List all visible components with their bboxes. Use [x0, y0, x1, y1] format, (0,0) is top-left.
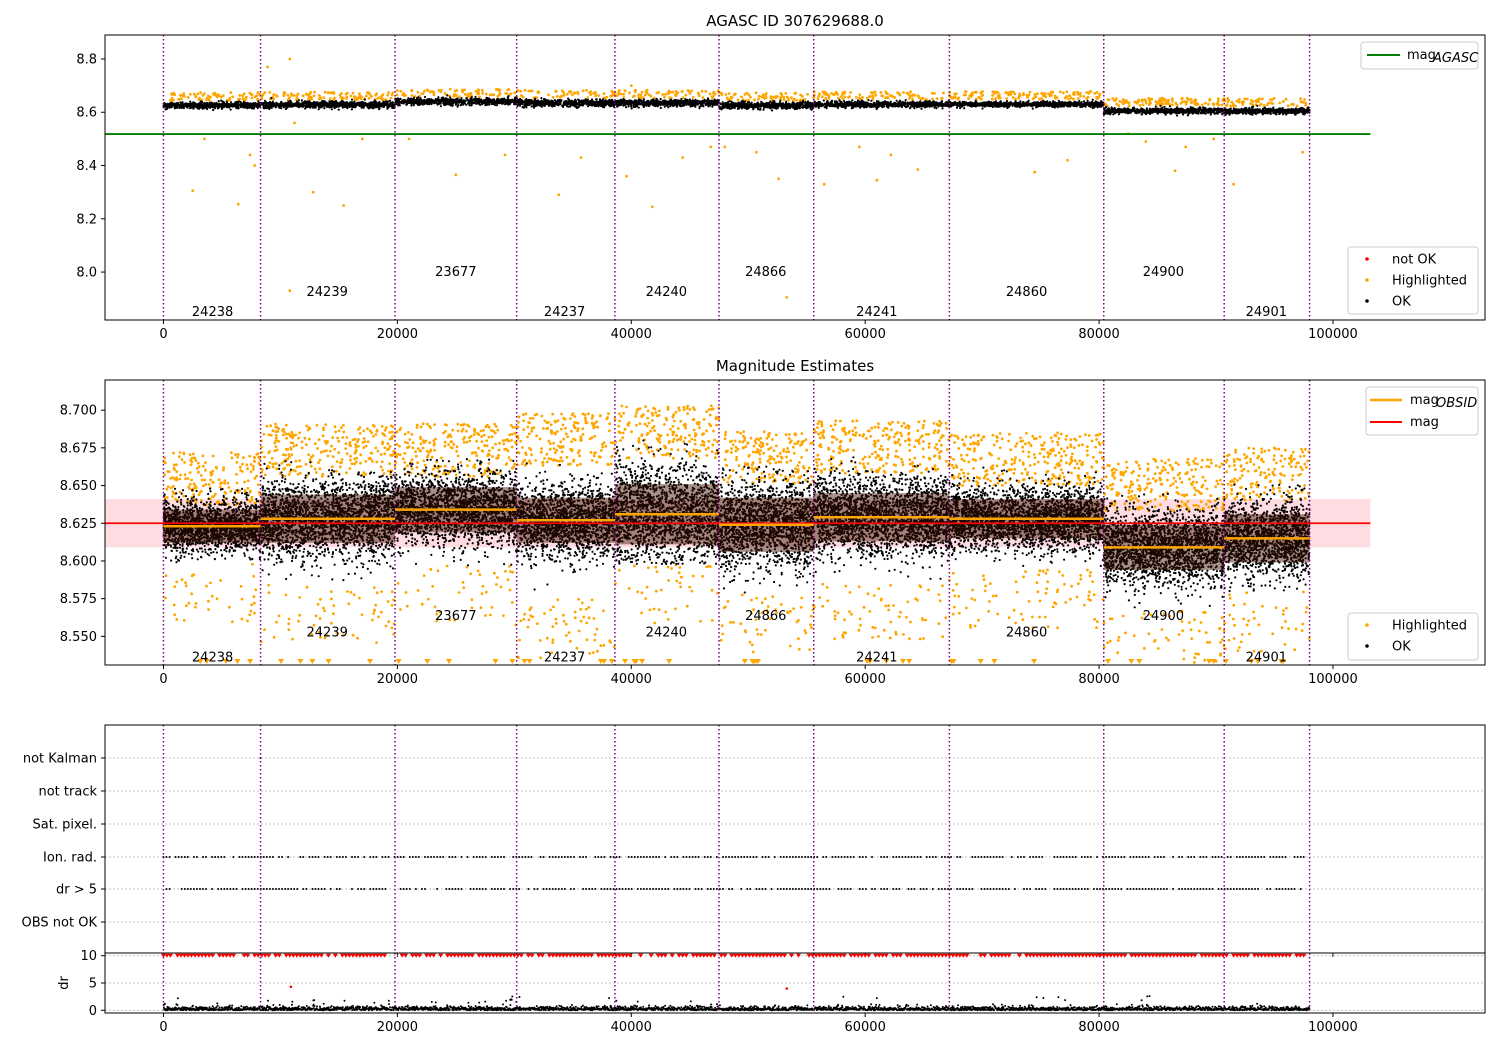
- y-tick-label: 8.625: [60, 517, 97, 532]
- legend-label: OK: [1392, 640, 1411, 655]
- legend-label: OK: [1392, 295, 1411, 310]
- legend-sub-obsid: OBSID: [1436, 396, 1477, 411]
- flag-label: Sat. pixel.: [33, 818, 97, 833]
- x-tick-label: 80000: [1078, 672, 1119, 687]
- obsid-label: 24238: [192, 305, 233, 320]
- x-tick-label: 0: [159, 1020, 167, 1035]
- legend-marker: [1365, 257, 1369, 261]
- obsid-label: 24866: [745, 265, 786, 280]
- flag-label: not track: [38, 785, 97, 800]
- x-tick-label: 40000: [611, 672, 652, 687]
- legend-label: Highlighted: [1392, 619, 1467, 634]
- obsid-label: 24860: [1006, 285, 1047, 300]
- x-tick-label: 20000: [377, 672, 418, 687]
- obsid-label: 24238: [192, 650, 233, 665]
- legend-marker: [1365, 278, 1369, 282]
- obsid-label: 24241: [856, 305, 897, 320]
- legend-marker: [1365, 299, 1369, 303]
- obsid-label: 24901: [1246, 650, 1287, 665]
- dr-axis-label: dr: [57, 976, 72, 990]
- obsid-label: 24866: [745, 609, 786, 624]
- obsid-label: 24900: [1143, 265, 1184, 280]
- flag-label: Ion. rad.: [43, 851, 97, 866]
- x-tick-label: 60000: [844, 672, 885, 687]
- x-tick-label: 100000: [1308, 1020, 1358, 1035]
- legend-label: not OK: [1392, 253, 1437, 268]
- estimates-panel-title: Magnitude Estimates: [716, 357, 874, 375]
- obsid-label: 24901: [1246, 305, 1287, 320]
- obsid-label: 23677: [435, 265, 476, 280]
- y-tick-label: 8.8: [76, 52, 97, 67]
- x-tick-label: 20000: [377, 1020, 418, 1035]
- x-tick-label: 100000: [1308, 327, 1358, 342]
- y-tick-label: 8.600: [60, 554, 97, 569]
- x-tick-label: 0: [159, 672, 167, 687]
- x-tick-label: 40000: [611, 327, 652, 342]
- obsid-label: 24240: [646, 626, 687, 641]
- y-tick-label: 10: [80, 949, 97, 964]
- agasc-panel-title: AGASC ID 307629688.0: [706, 12, 884, 30]
- legend-label: Highlighted: [1392, 274, 1467, 289]
- agasc-legend-bottom: not OK Highlighted OK: [1347, 246, 1479, 315]
- x-tick-label: 80000: [1078, 327, 1119, 342]
- y-tick-label: 8.4: [76, 159, 97, 174]
- legend-label-mag: mag: [1407, 48, 1436, 63]
- legend-marker: [1365, 644, 1369, 648]
- legend-label-mag: mag: [1410, 415, 1439, 430]
- obsid-label: 24239: [307, 626, 348, 641]
- figure: AGASC ID 307629688.0 24238 24239 23677 2423…: [0, 0, 1500, 1050]
- legend-marker: [1365, 623, 1369, 627]
- legend-sub-agasc: AGASC: [1432, 51, 1479, 66]
- legend-label-mag-obsid: mag: [1410, 393, 1439, 408]
- y-tick-label: 0: [89, 1004, 97, 1019]
- estimates-legend-top: magOBSIDmag: [1365, 386, 1479, 436]
- y-tick-label: 8.0: [76, 266, 97, 281]
- x-tick-label: 60000: [844, 327, 885, 342]
- obsid-label: 24860: [1006, 626, 1047, 641]
- obsid-label: 24237: [544, 650, 585, 665]
- agasc-legend-top: magAGASC: [1360, 41, 1479, 70]
- obsid-label: 24237: [544, 305, 585, 320]
- y-tick-label: 8.2: [76, 212, 97, 227]
- flag-label: not Kalman: [23, 752, 97, 767]
- obsid-label: 24240: [646, 285, 687, 300]
- obsid-label: 24900: [1143, 609, 1184, 624]
- y-tick-label: 8.6: [76, 106, 97, 121]
- flag-label: OBS not OK: [22, 916, 98, 931]
- x-tick-label: 60000: [844, 1020, 885, 1035]
- obsid-label: 24241: [856, 650, 897, 665]
- flag-label: dr > 5: [56, 883, 97, 898]
- y-tick-label: 8.675: [60, 441, 97, 456]
- estimates-legend-bottom: Highlighted OK: [1347, 612, 1479, 661]
- y-tick-label: 8.575: [60, 592, 97, 607]
- obsid-label: 24239: [307, 285, 348, 300]
- x-tick-label: 0: [159, 327, 167, 342]
- y-tick-label: 8.650: [60, 479, 97, 494]
- obsid-label: 23677: [435, 609, 476, 624]
- x-tick-label: 80000: [1078, 1020, 1119, 1035]
- x-tick-label: 20000: [377, 327, 418, 342]
- y-tick-label: 8.550: [60, 630, 97, 645]
- y-tick-label: 8.700: [60, 404, 97, 419]
- x-tick-label: 40000: [611, 1020, 652, 1035]
- y-tick-label: 5: [89, 977, 97, 992]
- x-tick-label: 100000: [1308, 672, 1358, 687]
